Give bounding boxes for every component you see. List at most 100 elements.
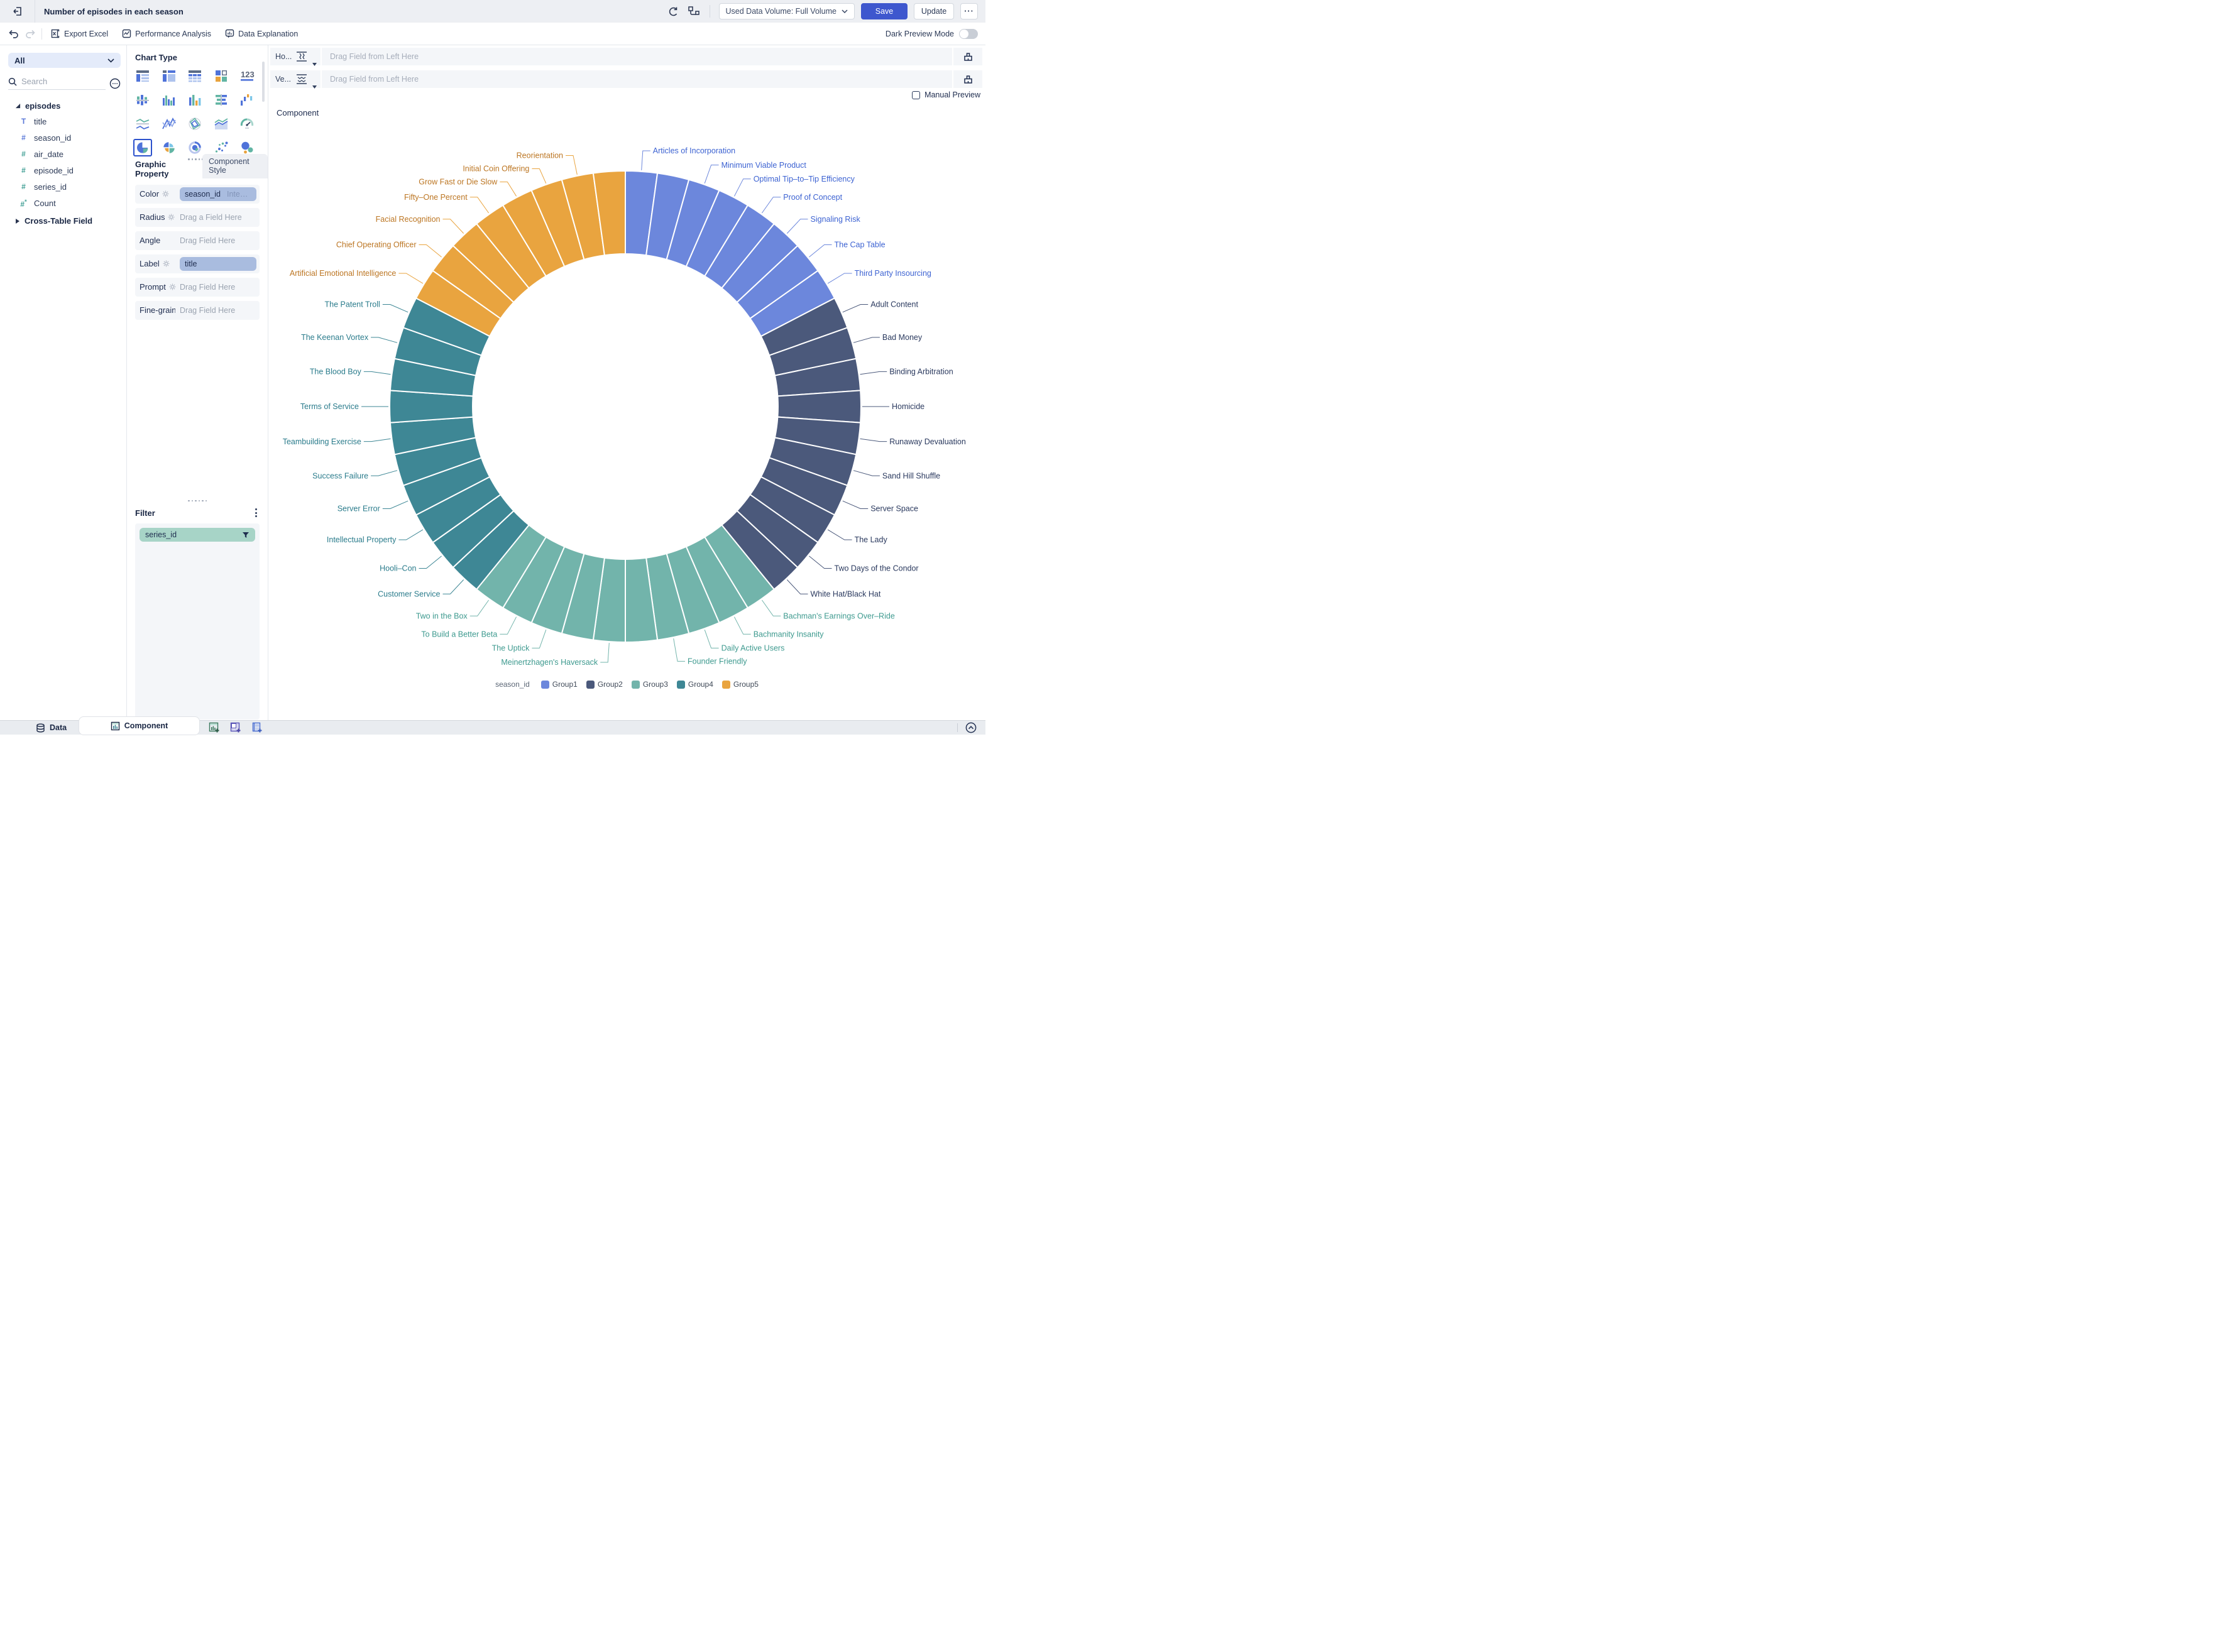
add-chart-button[interactable] (209, 722, 220, 733)
more-options-icon[interactable] (109, 78, 121, 89)
data-volume-dropdown[interactable]: Used Data Volume: Full Volume (719, 3, 855, 19)
property-row-label[interactable]: Labeltitle (135, 254, 260, 273)
filter-menu-button[interactable] (253, 507, 260, 518)
chart-type-pie-rose[interactable] (160, 139, 178, 156)
field-item-Count[interactable]: #*Count (0, 195, 126, 212)
lineage-button[interactable] (687, 4, 701, 18)
property-row-fine-grained[interactable]: Fine-grainedDrag Field Here (135, 301, 260, 320)
horizontal-axis-icon[interactable] (295, 50, 312, 63)
tab-component-style[interactable]: Component Style (202, 154, 268, 178)
vertical-axis-icon[interactable] (295, 73, 312, 85)
chart-type-grouped-column[interactable] (160, 91, 178, 109)
manual-preview-control[interactable]: Manual Preview (912, 90, 980, 99)
legend-item-group4[interactable]: Group4 (677, 680, 713, 689)
back-button[interactable] (0, 0, 35, 23)
svg-text:123: 123 (241, 70, 255, 79)
pill-field-name: title (185, 260, 197, 268)
chart-type-bidirectional-bar[interactable] (133, 91, 152, 109)
collapse-panel-button[interactable] (965, 722, 977, 733)
vertical-shelf[interactable]: Ve... Drag Field from Left Here (270, 70, 982, 88)
field-item-air_date[interactable]: #air_date (0, 146, 126, 162)
field-pill-season_id[interactable]: season_idInte… (180, 187, 256, 201)
gear-icon[interactable] (167, 213, 175, 221)
add-dashboard-button[interactable] (230, 722, 241, 733)
chart-type-gauge[interactable] (238, 115, 256, 133)
grid-scrollbar[interactable] (262, 62, 265, 102)
gear-icon[interactable] (168, 283, 177, 291)
property-row-angle[interactable]: AngleDrag Field Here (135, 231, 260, 250)
drop-placeholder: Drag Field Here (180, 236, 235, 245)
bottom-bar: Data Component (0, 720, 985, 735)
chart-type-dual-line[interactable] (133, 115, 152, 133)
donut-chart[interactable]: Articles of IncorporationMinimum Viable … (268, 119, 985, 679)
dark-preview-toggle[interactable] (959, 29, 978, 39)
chart-type-table-split[interactable] (160, 67, 178, 85)
chart-type-horizontal-bar[interactable] (212, 91, 231, 109)
chart-type-table-detail[interactable] (133, 67, 152, 85)
legend-item-group2[interactable]: Group2 (586, 680, 623, 689)
property-label: Color (140, 189, 159, 199)
vertical-style-button[interactable] (952, 70, 982, 88)
legend-item-group5[interactable]: Group5 (722, 680, 759, 689)
legend-swatch (632, 681, 640, 689)
manual-preview-checkbox[interactable] (912, 91, 920, 99)
gear-icon[interactable] (162, 260, 170, 268)
horizontal-style-button[interactable] (952, 48, 982, 65)
legend-item-group1[interactable]: Group1 (541, 680, 578, 689)
filter-shelf[interactable]: series_id (135, 523, 260, 719)
field-item-series_id[interactable]: #series_id (0, 178, 126, 195)
cross-table-label: Cross-Table Field (25, 216, 92, 226)
slice-label: Sand Hill Shuffle (882, 471, 940, 480)
export-excel-button[interactable]: Export Excel (51, 29, 108, 38)
chart-type-column[interactable] (185, 91, 204, 109)
performance-analysis-button[interactable]: Performance Analysis (122, 29, 211, 38)
save-button[interactable]: Save (861, 3, 908, 19)
update-button[interactable]: Update (914, 3, 954, 19)
tab-component-active[interactable]: Component (79, 716, 200, 735)
chart-type-table-grid[interactable] (185, 67, 204, 85)
field-item-episode_id[interactable]: #episode_id (0, 162, 126, 178)
label-leader-line (809, 556, 831, 569)
chart-type-card[interactable] (212, 67, 231, 85)
config-panel: Chart Type 123 Graphic P (127, 45, 268, 720)
label-leader-line (734, 179, 750, 197)
horizontal-shelf[interactable]: Ho... Drag Field from Left Here (270, 48, 982, 65)
chart-type-area[interactable] (212, 115, 231, 133)
undo-button[interactable] (6, 27, 20, 41)
cross-table-node[interactable]: Cross-Table Field (0, 212, 126, 228)
chart-type-donut[interactable] (185, 139, 204, 156)
tab-data[interactable]: Data (36, 723, 67, 733)
chart-type-radar[interactable] (185, 115, 204, 133)
more-button[interactable]: ··· (960, 3, 978, 19)
dataset-dropdown[interactable]: All (8, 53, 121, 68)
field-item-season_id[interactable]: #season_id (0, 129, 126, 146)
chart-type-grid: 123 (133, 67, 264, 156)
data-explanation-button[interactable]: Data Explanation (225, 29, 298, 38)
redo-button[interactable] (24, 27, 38, 41)
search-input[interactable] (21, 77, 84, 86)
chart-type-pie-selected[interactable] (133, 139, 152, 156)
slice-label: Server Space (870, 505, 918, 513)
add-report-button[interactable] (251, 722, 263, 733)
filter-resize-handle[interactable] (127, 498, 268, 504)
slice-label: Binding Arbitration (889, 368, 953, 376)
legend-swatch (541, 681, 549, 689)
chart-type-waterfall[interactable] (238, 91, 256, 109)
label-leader-line (843, 501, 868, 508)
table-node-episodes[interactable]: episodes (0, 99, 126, 113)
brush-icon (963, 52, 974, 62)
slice-label: Runaway Devaluation (889, 437, 966, 446)
tab-graphic-property[interactable]: Graphic Property (135, 160, 194, 178)
pill-aggregation: Inte… (227, 190, 248, 199)
field-item-title[interactable]: Ttitle (0, 113, 126, 129)
property-row-color[interactable]: Color season_idInte… (135, 185, 260, 204)
chart-type-multi-line[interactable] (160, 115, 178, 133)
refresh-button[interactable] (667, 4, 681, 18)
property-row-radius[interactable]: RadiusDrag a Field Here (135, 208, 260, 227)
chart-type-kpi-number[interactable]: 123 (238, 67, 256, 85)
field-pill-title[interactable]: title (180, 257, 256, 271)
property-row-prompt[interactable]: PromptDrag Field Here (135, 278, 260, 297)
filter-pill-series-id[interactable]: series_id (140, 528, 255, 542)
legend-item-group3[interactable]: Group3 (632, 680, 668, 689)
gear-icon[interactable] (162, 190, 170, 198)
